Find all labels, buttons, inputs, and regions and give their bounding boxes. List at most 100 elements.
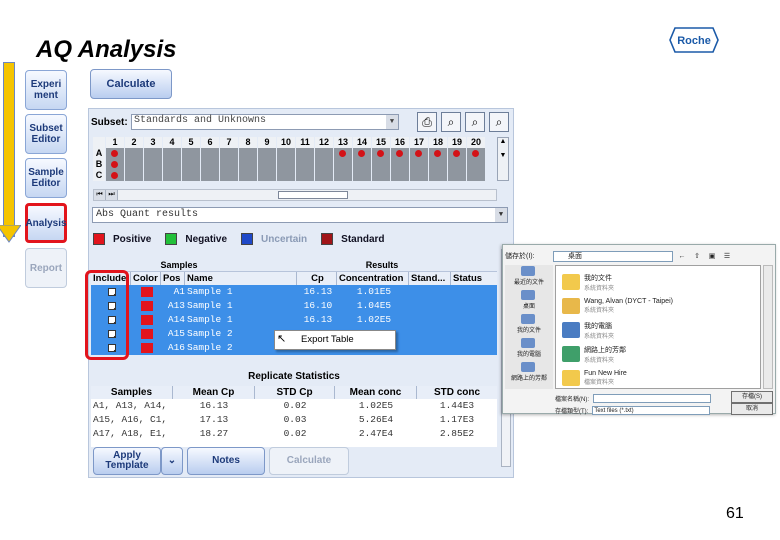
plate-column-label[interactable]: 9 <box>258 137 276 148</box>
plate-column-label[interactable]: 16 <box>391 137 409 148</box>
plate-well[interactable] <box>220 170 238 181</box>
list-item[interactable]: Wang, Alvan (DYCT - Taipei) 系統資料夾 <box>562 296 752 316</box>
col-color[interactable]: Color <box>131 272 161 285</box>
standard-swatch[interactable] <box>321 233 334 245</box>
plate-well[interactable] <box>106 159 124 170</box>
plate-well[interactable] <box>448 148 466 159</box>
plate-well[interactable] <box>125 159 143 170</box>
plate-well[interactable] <box>239 159 257 170</box>
nav-sample-editor-button[interactable]: Sample Editor <box>25 158 67 198</box>
plate-column-label[interactable]: 15 <box>372 137 390 148</box>
sample-color-swatch[interactable] <box>141 287 153 297</box>
file-list-scrollbar[interactable] <box>763 265 773 389</box>
plate-scroll-thumb[interactable] <box>278 191 348 199</box>
plate-well[interactable] <box>296 148 314 159</box>
uncertain-swatch[interactable] <box>241 233 254 245</box>
zoom-icon[interactable]: ⌕ <box>441 112 461 132</box>
plate-navigation[interactable]: ⏮ ⏭ <box>93 189 497 201</box>
folder-up-icon[interactable]: ⇧ <box>691 251 703 262</box>
sample-color-swatch[interactable] <box>141 315 153 325</box>
export-table-menu-item[interactable]: Export Table <box>274 330 396 350</box>
sample-color-swatch[interactable] <box>141 343 153 353</box>
plate-column-label[interactable]: 4 <box>163 137 181 148</box>
plate-well[interactable] <box>391 170 409 181</box>
apply-template-button[interactable]: Apply Template <box>93 447 161 475</box>
plate-well[interactable] <box>429 148 447 159</box>
back-icon[interactable]: ← <box>676 251 688 262</box>
col-pos[interactable]: Pos <box>161 272 185 285</box>
new-folder-icon[interactable]: ▣ <box>706 251 718 262</box>
plate-column-label[interactable]: 7 <box>220 137 238 148</box>
plate-well[interactable] <box>277 170 295 181</box>
plate-well[interactable] <box>410 170 428 181</box>
results-select[interactable]: Abs Quant results ▼ <box>92 207 508 223</box>
plate-column-label[interactable]: 1 <box>106 137 124 148</box>
plate-column-label[interactable]: 18 <box>429 137 447 148</box>
rep-col-std-conc[interactable]: STD conc <box>417 386 497 399</box>
plate-column-label[interactable]: 11 <box>296 137 314 148</box>
place-desktop[interactable]: 桌面 <box>505 289 553 313</box>
plate-row-label[interactable]: B <box>93 159 105 170</box>
place-recent[interactable]: 最近的文件 <box>505 265 553 289</box>
plate-well[interactable] <box>258 159 276 170</box>
plate-well[interactable] <box>334 148 352 159</box>
plate-well[interactable] <box>182 159 200 170</box>
print-icon[interactable]: ⎙ <box>417 112 437 132</box>
plate-column-label[interactable]: 2 <box>125 137 143 148</box>
plate-column-label[interactable]: 5 <box>182 137 200 148</box>
place-computer[interactable]: 我的電腦 <box>505 337 553 361</box>
calculate-button[interactable]: Calculate <box>90 69 172 99</box>
plate-well[interactable] <box>144 159 162 170</box>
zoom-icon[interactable]: ⌕ <box>465 112 485 132</box>
plate-well[interactable] <box>372 159 390 170</box>
plate-well[interactable] <box>277 148 295 159</box>
plate-column-label[interactable]: 12 <box>315 137 333 148</box>
nav-analysis-button[interactable]: Analysis <box>25 203 67 243</box>
view-menu-icon[interactable]: ☰ <box>721 251 733 262</box>
plate-well[interactable] <box>239 148 257 159</box>
plate-well[interactable] <box>448 170 466 181</box>
calculate-disabled-button[interactable]: Calculate <box>269 447 349 475</box>
negative-swatch[interactable] <box>165 233 178 245</box>
plate-well[interactable] <box>201 148 219 159</box>
plate-column-label[interactable]: 13 <box>334 137 352 148</box>
plate-well[interactable] <box>353 159 371 170</box>
sample-color-swatch[interactable] <box>141 329 153 339</box>
plate-well[interactable] <box>410 159 428 170</box>
col-concentration[interactable]: Concentration <box>337 272 409 285</box>
plate-grid[interactable]: 1 2 3 4 5 6 7 8 9 10 11 12 13 14 15 16 17 18 19 20 ABC <box>93 137 497 181</box>
table-row[interactable]: ✔A13Sample 116.101.04E5 <box>91 299 497 313</box>
plate-well[interactable] <box>296 170 314 181</box>
plate-well[interactable] <box>467 170 485 181</box>
plate-well[interactable] <box>201 170 219 181</box>
cancel-button[interactable]: 取消 <box>731 403 773 415</box>
plate-column-label[interactable]: 14 <box>353 137 371 148</box>
plate-well[interactable] <box>334 159 352 170</box>
filetype-select[interactable]: Text files (*.txt) <box>592 405 711 415</box>
plate-well[interactable] <box>391 159 409 170</box>
plate-well[interactable] <box>239 170 257 181</box>
plate-well[interactable] <box>334 170 352 181</box>
plate-column-label[interactable]: 3 <box>144 137 162 148</box>
table-row[interactable]: ✔A14Sample 116.131.02E5 <box>91 313 497 327</box>
subset-select[interactable]: Standards and Unknowns ▼ <box>131 114 399 130</box>
col-cp[interactable]: Cp <box>297 272 337 285</box>
plate-well[interactable] <box>467 148 485 159</box>
col-name[interactable]: Name <box>185 272 297 285</box>
plate-column-label[interactable]: 6 <box>201 137 219 148</box>
plate-scrollbar[interactable]: ▲ ▼ <box>497 137 509 181</box>
list-item[interactable]: 我的文件 系統資料夾 <box>562 272 752 292</box>
filename-input[interactable] <box>593 393 711 403</box>
plate-well[interactable] <box>106 170 124 181</box>
plate-row-label[interactable]: C <box>93 170 105 181</box>
plate-well[interactable] <box>296 159 314 170</box>
plate-well[interactable] <box>163 148 181 159</box>
plate-well[interactable] <box>372 170 390 181</box>
sample-color-swatch[interactable] <box>141 301 153 311</box>
place-network[interactable]: 網路上的芳鄰 <box>505 361 553 385</box>
save-in-select[interactable]: 桌面 <box>553 250 673 262</box>
plate-well[interactable] <box>429 159 447 170</box>
table-row[interactable]: A15, A16, C1, 17.13 0.03 5.26E4 1.17E3 <box>91 413 497 427</box>
rep-col-std-cp[interactable]: STD Cp <box>255 386 335 399</box>
plate-well[interactable] <box>315 148 333 159</box>
